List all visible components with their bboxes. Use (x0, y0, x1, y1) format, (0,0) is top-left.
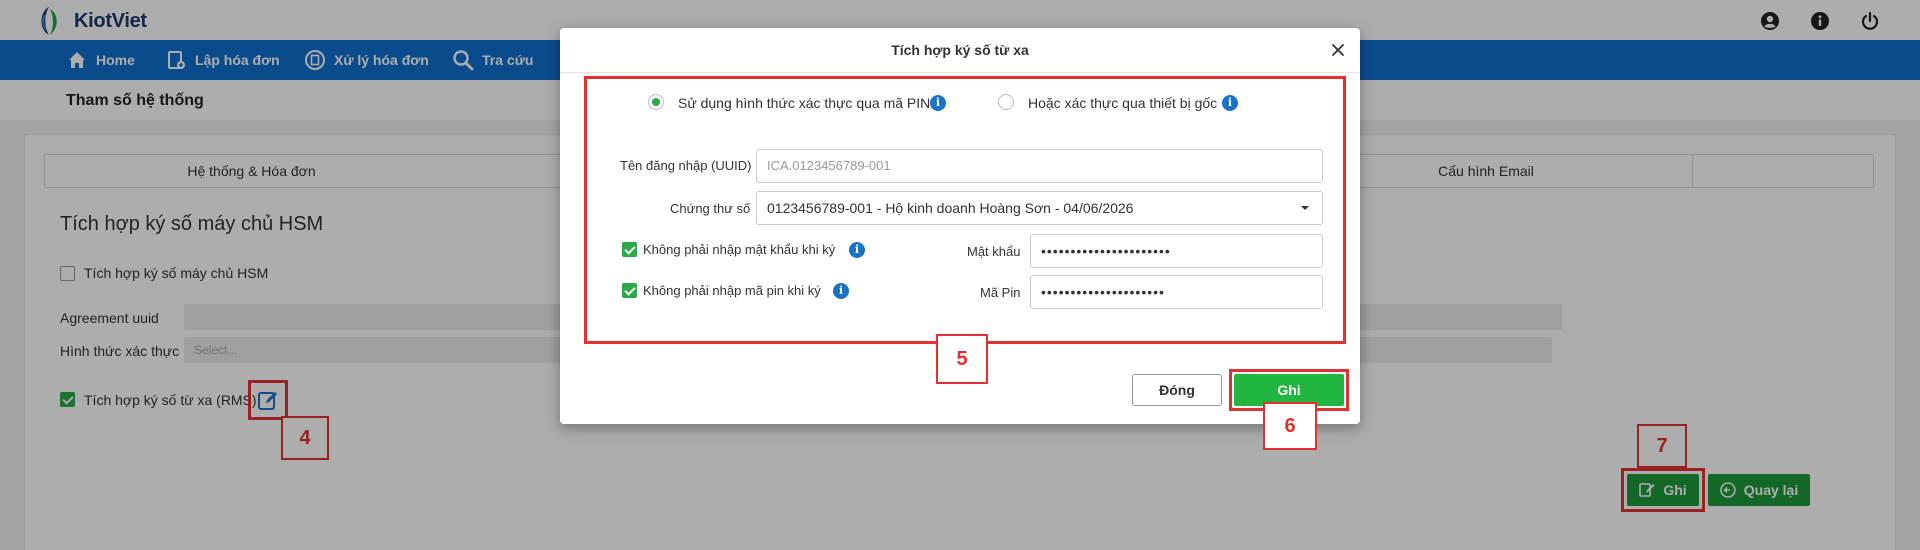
annotation-number-5: 5 (936, 334, 988, 384)
no-password-label: Không phải nhập mật khẩu khi ký (643, 242, 836, 257)
dialog-divider (560, 72, 1360, 73)
certificate-label: Chứng thư số (670, 201, 751, 216)
info-icon[interactable]: i (1222, 95, 1238, 111)
close-button[interactable]: Đóng (1132, 374, 1222, 406)
no-pin-label: Không phải nhập mã pin khi ký (643, 283, 821, 298)
no-pin-checkbox[interactable] (622, 283, 637, 298)
info-icon[interactable]: i (833, 283, 849, 299)
certificate-select[interactable]: 0123456789-001 - Hộ kinh doanh Hoàng Sơn… (756, 191, 1323, 225)
certificate-value: 0123456789-001 - Hộ kinh doanh Hoàng Sơn… (767, 200, 1134, 216)
password-label: Mật khẩu (967, 244, 1021, 259)
info-icon[interactable]: i (930, 95, 946, 111)
no-password-checkbox[interactable] (622, 242, 637, 257)
dialog-title: Tích hợp ký số từ xa (891, 42, 1029, 58)
password-input[interactable]: •••••••••••••••••••••• (1030, 234, 1323, 268)
chevron-down-icon (1301, 206, 1309, 210)
radio-device-auth-label: Hoặc xác thực qua thiết bị gốc (1028, 95, 1218, 111)
radio-pin-auth[interactable] (648, 94, 664, 110)
username-label: Tên đăng nhập (UUID) (620, 158, 752, 173)
username-input[interactable]: ICA.0123456789-001 (756, 149, 1323, 183)
radio-pin-auth-label: Sử dụng hình thức xác thực qua mã PIN (678, 95, 931, 111)
annotation-number-6: 6 (1263, 402, 1317, 450)
info-icon[interactable]: i (849, 242, 865, 258)
pin-input[interactable]: ••••••••••••••••••••• (1030, 275, 1323, 309)
radio-device-auth[interactable] (998, 94, 1014, 110)
close-icon[interactable] (1328, 40, 1348, 60)
pin-label: Mã Pin (980, 285, 1021, 300)
